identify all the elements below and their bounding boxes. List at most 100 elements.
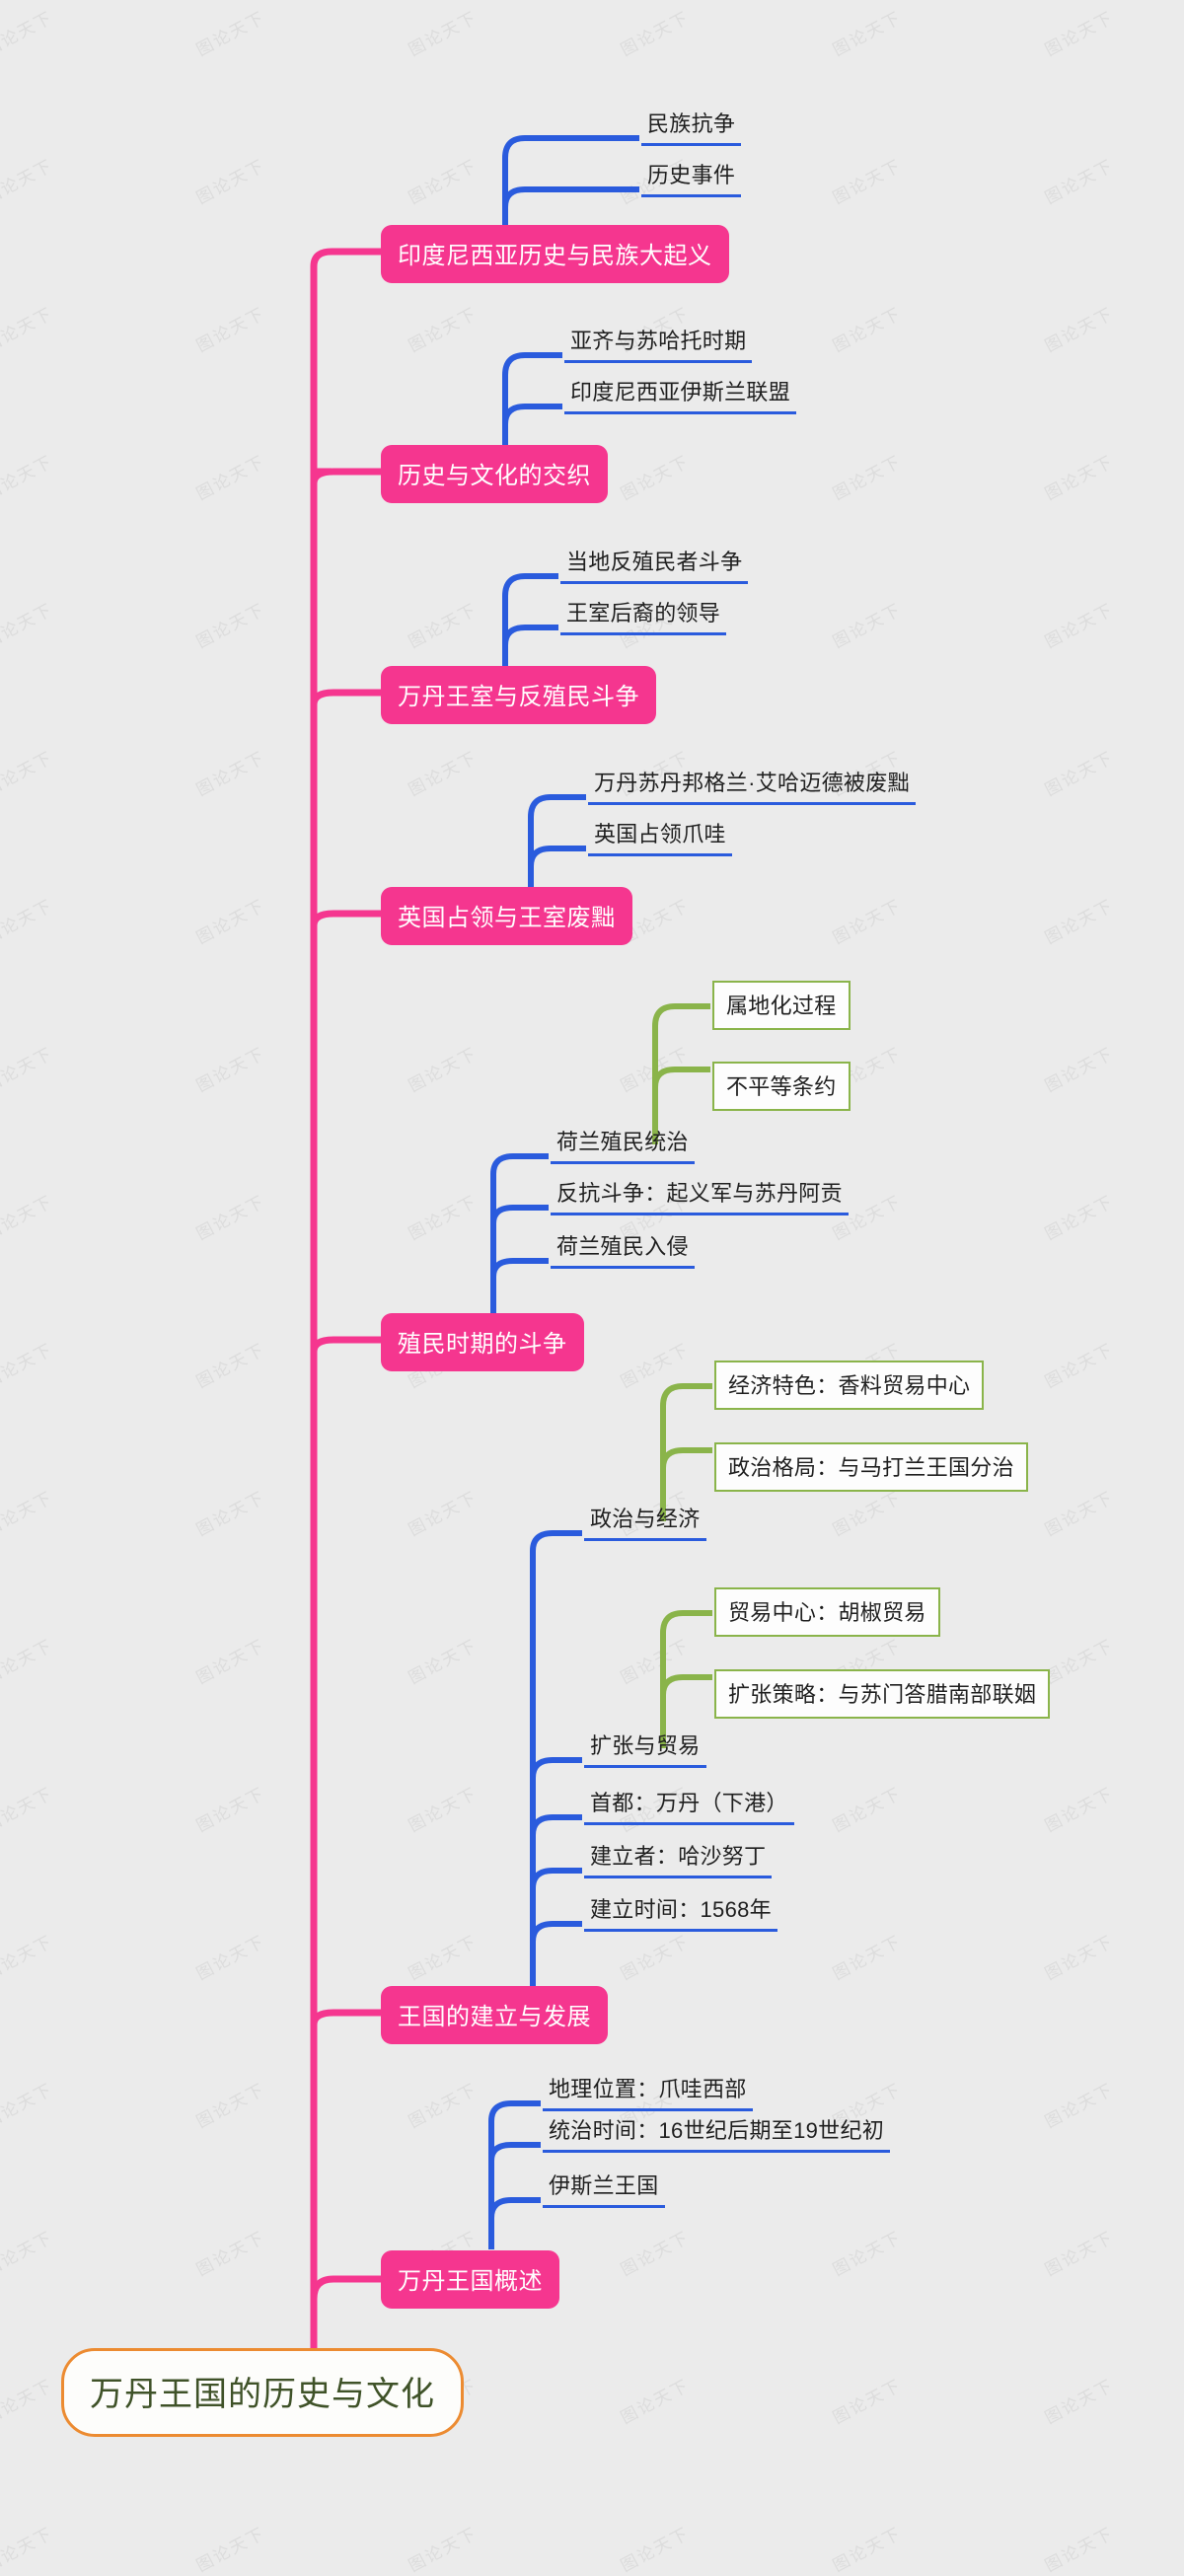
watermark-text: 图论天下 (0, 1636, 56, 1688)
watermark-text: 图论天下 (192, 2524, 268, 2576)
leaf-node-5-1[interactable]: 荷兰殖民统治 (551, 1123, 695, 1164)
leaf-node-6-1-1[interactable]: 经济特色：香料贸易中心 (714, 1361, 985, 1410)
watermark-text: 图论天下 (0, 452, 56, 504)
watermark-text: 图论天下 (405, 600, 481, 652)
leaf-node-1-1[interactable]: 民族抗争 (641, 105, 742, 146)
leaf-node-6-2-2[interactable]: 扩张策略：与苏门答腊南部联姻 (714, 1669, 1051, 1719)
watermark-text: 图论天下 (1041, 452, 1117, 504)
watermark-text: 图论天下 (192, 156, 268, 208)
watermark-text: 图论天下 (1041, 8, 1117, 60)
branch-node-7[interactable]: 万丹王国概述 (381, 2250, 559, 2309)
watermark-text: 图论天下 (0, 896, 56, 948)
leaf-node-6-1[interactable]: 政治与经济 (584, 1500, 706, 1541)
leaf-node-5-3[interactable]: 荷兰殖民入侵 (551, 1227, 695, 1269)
watermark-text: 图论天下 (829, 600, 905, 652)
branch-node-3[interactable]: 万丹王室与反殖民斗争 (381, 666, 656, 724)
watermark-text: 图论天下 (617, 8, 693, 60)
watermark-text: 图论天下 (0, 2376, 56, 2428)
watermark-text: 图论天下 (405, 304, 481, 356)
watermark-text: 图论天下 (0, 8, 56, 60)
watermark-text: 图论天下 (829, 1784, 905, 1836)
watermark-text: 图论天下 (192, 896, 268, 948)
watermark-text: 图论天下 (0, 600, 56, 652)
watermark-text: 图论天下 (829, 1932, 905, 1984)
leaf-node-6-2-1[interactable]: 贸易中心：胡椒贸易 (714, 1587, 940, 1637)
watermark-text: 图论天下 (405, 748, 481, 800)
watermark-text: 图论天下 (192, 2228, 268, 2280)
leaf-node-2-2[interactable]: 印度尼西亚伊斯兰联盟 (564, 373, 797, 414)
watermark-text: 图论天下 (0, 2080, 56, 2132)
watermark-text: 图论天下 (405, 1192, 481, 1244)
watermark-text: 图论天下 (192, 1932, 268, 1984)
watermark-text: 图论天下 (1041, 156, 1117, 208)
watermark-text: 图论天下 (1041, 1784, 1117, 1836)
watermark-text: 图论天下 (0, 2228, 56, 2280)
watermark-text: 图论天下 (405, 2080, 481, 2132)
leaf-node-6-4[interactable]: 建立者：哈沙努丁 (584, 1837, 773, 1878)
watermark-text: 图论天下 (405, 8, 481, 60)
leaf-node-6-3[interactable]: 首都：万丹（下港） (584, 1784, 794, 1825)
watermark-text: 图论天下 (405, 1044, 481, 1096)
leaf-node-3-2[interactable]: 王室后裔的领导 (560, 594, 727, 635)
watermark-text: 图论天下 (1041, 2228, 1117, 2280)
leaf-node-6-5[interactable]: 建立时间：1568年 (584, 1890, 777, 1932)
watermark-text: 图论天下 (1041, 1340, 1117, 1392)
watermark-text: 图论天下 (405, 156, 481, 208)
watermark-text: 图论天下 (0, 1488, 56, 1540)
branch-node-5[interactable]: 殖民时期的斗争 (381, 1313, 584, 1371)
watermark-text: 图论天下 (617, 452, 693, 504)
leaf-node-5-2[interactable]: 反抗斗争：起义军与苏丹阿贡 (551, 1174, 849, 1215)
leaf-node-4-2[interactable]: 英国占领爪哇 (588, 815, 732, 856)
leaf-node-7-3[interactable]: 伊斯兰王国 (543, 2167, 665, 2208)
watermark-text: 图论天下 (0, 1340, 56, 1392)
leaf-node-7-2[interactable]: 统治时间：16世纪后期至19世纪初 (543, 2111, 891, 2153)
watermark-text: 图论天下 (617, 2228, 693, 2280)
watermark-text: 图论天下 (192, 1488, 268, 1540)
watermark-text: 图论天下 (1041, 2376, 1117, 2428)
watermark-text: 图论天下 (192, 304, 268, 356)
watermark-text: 图论天下 (1041, 1192, 1117, 1244)
leaf-node-6-2[interactable]: 扩张与贸易 (584, 1727, 706, 1768)
watermark-text: 图论天下 (1041, 1636, 1117, 1688)
watermark-text: 图论天下 (617, 2524, 693, 2576)
leaf-node-1-2[interactable]: 历史事件 (641, 156, 742, 197)
watermark-text: 图论天下 (829, 2524, 905, 2576)
branch-node-6[interactable]: 王国的建立与发展 (381, 1986, 608, 2044)
watermark-text: 图论天下 (192, 600, 268, 652)
leaf-node-3-1[interactable]: 当地反殖民者斗争 (560, 543, 749, 584)
branch-node-1[interactable]: 印度尼西亚历史与民族大起义 (381, 225, 729, 283)
watermark-text: 图论天下 (0, 2524, 56, 2576)
watermark-text: 图论天下 (192, 1192, 268, 1244)
watermark-text: 图论天下 (192, 1636, 268, 1688)
root-node[interactable]: 万丹王国的历史与文化 (61, 2348, 464, 2437)
branch-node-2[interactable]: 历史与文化的交织 (381, 445, 608, 503)
watermark-text: 图论天下 (1041, 600, 1117, 652)
mindmap-canvas: 图论天下 图论天下 图论天下 图论天下 图论天下 图论天下 图论天下 图论天下 图论天下 图论天下… (0, 0, 1184, 2575)
watermark-text: 图论天下 (829, 304, 905, 356)
watermark-text: 图论天下 (829, 1488, 905, 1540)
watermark-text: 图论天下 (1041, 1932, 1117, 1984)
watermark-text: 图论天下 (829, 2228, 905, 2280)
watermark-text: 图论天下 (405, 1488, 481, 1540)
watermark-text: 图论天下 (192, 1044, 268, 1096)
branch-node-4[interactable]: 英国占领与王室废黜 (381, 887, 632, 945)
watermark-text: 图论天下 (829, 2376, 905, 2428)
leaf-node-6-1-2[interactable]: 政治格局：与马打兰王国分治 (714, 1442, 1028, 1492)
watermark-text: 图论天下 (0, 156, 56, 208)
watermark-text: 图论天下 (192, 1340, 268, 1392)
watermark-text: 图论天下 (405, 1932, 481, 1984)
leaf-node-2-1[interactable]: 亚齐与苏哈托时期 (564, 322, 753, 363)
watermark-text: 图论天下 (1041, 2080, 1117, 2132)
watermark-text: 图论天下 (617, 1636, 693, 1688)
watermark-text: 图论天下 (1041, 896, 1117, 948)
leaf-node-7-1[interactable]: 地理位置：爪哇西部 (543, 2070, 753, 2111)
watermark-text: 图论天下 (0, 1192, 56, 1244)
watermark-text: 图论天下 (617, 1932, 693, 1984)
leaf-node-5-1-2[interactable]: 不平等条约 (712, 1062, 851, 1111)
leaf-node-4-1[interactable]: 万丹苏丹邦格兰·艾哈迈德被废黜 (588, 764, 916, 805)
leaf-node-5-1-1[interactable]: 属地化过程 (712, 981, 851, 1030)
watermark-text: 图论天下 (1041, 2524, 1117, 2576)
watermark-text: 图论天下 (829, 452, 905, 504)
watermark-text: 图论天下 (829, 8, 905, 60)
watermark-text: 图论天下 (617, 2376, 693, 2428)
